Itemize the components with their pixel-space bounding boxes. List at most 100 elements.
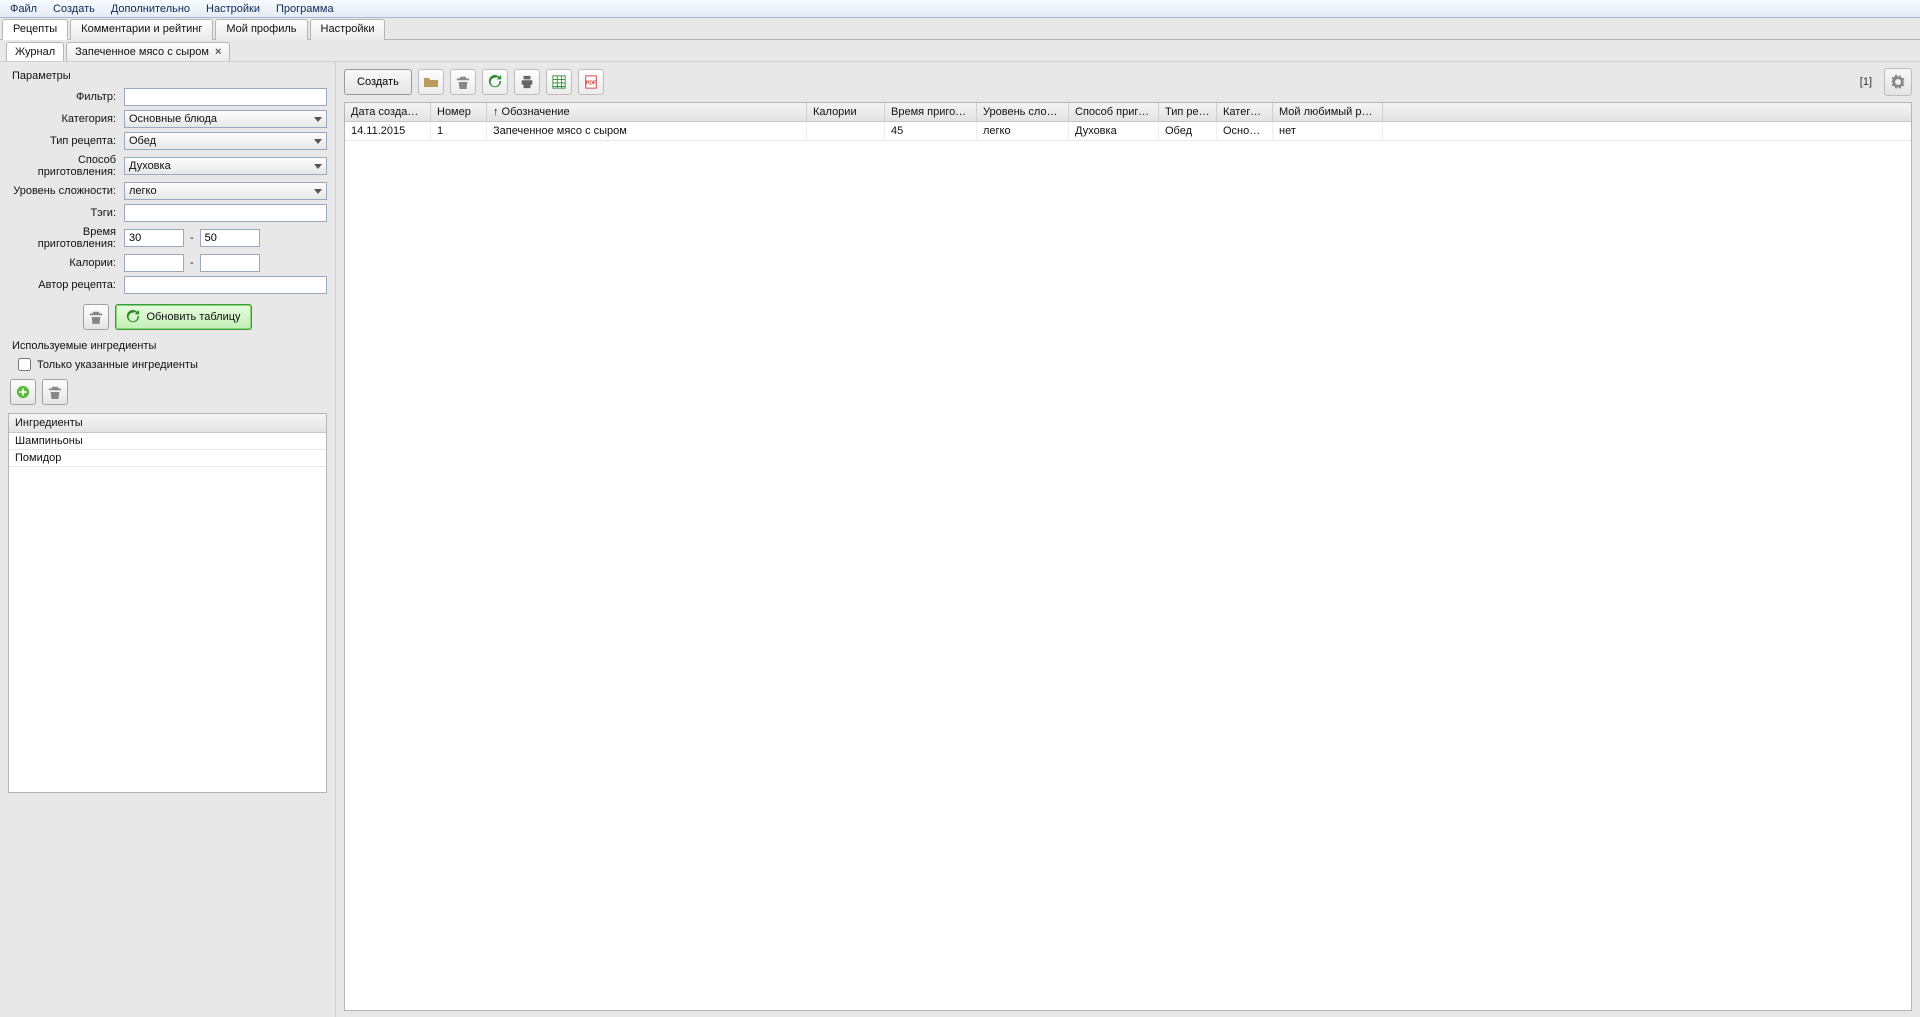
category-select[interactable]: Основные блюда (124, 110, 327, 128)
cell-favorite: нет (1273, 122, 1383, 140)
grid-header: Дата создания Номер ↑ Обозначение Калори… (345, 103, 1911, 122)
only-ingredients-row: Только указанные ингредиенты (18, 358, 327, 371)
settings-button[interactable] (1884, 68, 1912, 96)
table-row[interactable]: 14.11.2015 1 Запеченное мясо с сыром 45 … (345, 122, 1911, 141)
refresh-table-label: Обновить таблицу (146, 311, 240, 323)
print-button[interactable] (514, 69, 540, 95)
printer-icon (520, 75, 534, 89)
menu-create[interactable]: Создать (47, 2, 101, 16)
results-grid: Дата создания Номер ↑ Обозначение Калори… (344, 102, 1912, 1011)
tab-recipes[interactable]: Рецепты (2, 19, 68, 40)
method-select[interactable]: Духовка (124, 157, 327, 175)
difficulty-label: Уровень сложности: (8, 185, 120, 197)
cell-calories (807, 122, 885, 140)
col-time[interactable]: Время приготовле... (885, 103, 977, 121)
cell-type: Обед (1159, 122, 1217, 140)
time-range: - (124, 229, 327, 247)
difficulty-select[interactable]: легко (124, 182, 327, 200)
refresh-table-button[interactable]: Обновить таблицу (115, 304, 251, 330)
col-number[interactable]: Номер (431, 103, 487, 121)
svg-text:PDF: PDF (586, 81, 597, 87)
trash-icon (89, 310, 103, 324)
export-excel-button[interactable] (546, 69, 572, 95)
dash-label: - (188, 232, 196, 244)
col-difficulty[interactable]: Уровень сложности (977, 103, 1069, 121)
row-count-label: [1] (1860, 76, 1872, 88)
gear-icon (1890, 74, 1906, 90)
pdf-icon: PDF (584, 75, 598, 89)
calories-to-input[interactable] (200, 254, 260, 272)
calories-from-input[interactable] (124, 254, 184, 272)
filter-panel: Параметры Фильтр: Категория: Основные бл… (0, 62, 336, 1017)
delete-button[interactable] (450, 69, 476, 95)
cell-number: 1 (431, 122, 487, 140)
close-icon[interactable]: × (215, 46, 221, 58)
category-label: Категория: (8, 113, 120, 125)
ingredients-header[interactable]: Ингредиенты (9, 414, 326, 433)
col-calories[interactable]: Калории (807, 103, 885, 121)
tab-comments[interactable]: Комментарии и рейтинг (70, 19, 213, 40)
menu-extra[interactable]: Дополнительно (105, 2, 196, 16)
menubar: Файл Создать Дополнительно Настройки Про… (0, 0, 1920, 18)
type-value: Обед (129, 135, 156, 147)
tags-input[interactable] (124, 204, 327, 222)
type-select[interactable]: Обед (124, 132, 327, 150)
time-to-input[interactable] (200, 229, 260, 247)
tab-settings[interactable]: Настройки (310, 19, 386, 40)
content: Параметры Фильтр: Категория: Основные бл… (0, 62, 1920, 1017)
create-button[interactable]: Создать (344, 69, 412, 95)
method-label: Способ приготовления: (8, 154, 120, 178)
time-label: Время приготовления: (8, 226, 120, 250)
calories-label: Калории: (8, 257, 120, 269)
results-panel: Создать PDF [1] Дата создания Номер ↑ Об… (336, 62, 1920, 1017)
col-type[interactable]: Тип рецепта (1159, 103, 1217, 121)
type-label: Тип рецепта: (8, 135, 120, 147)
ingredients-table: Ингредиенты Шампиньоны Помидор (8, 413, 327, 793)
method-value: Духовка (129, 160, 171, 172)
tags-label: Тэги: (8, 207, 120, 219)
tab-profile[interactable]: Мой профиль (215, 19, 307, 40)
subtab-journal[interactable]: Журнал (6, 42, 64, 61)
author-input[interactable] (124, 276, 327, 294)
primary-tabbar: Рецепты Комментарии и рейтинг Мой профил… (0, 18, 1920, 40)
subtab-recipe-open[interactable]: Запеченное мясо с сыром × (66, 42, 230, 61)
export-pdf-button[interactable]: PDF (578, 69, 604, 95)
col-favorite[interactable]: Мой любимый рецепт (1273, 103, 1383, 121)
only-ingredients-checkbox[interactable] (18, 358, 31, 371)
remove-ingredient-button[interactable] (42, 379, 68, 405)
refresh-icon (488, 75, 502, 89)
refresh-icon (126, 310, 140, 324)
add-ingredient-button[interactable] (10, 379, 36, 405)
difficulty-value: легко (129, 185, 157, 197)
col-name[interactable]: ↑ Обозначение (487, 103, 807, 121)
trash-icon (456, 75, 470, 89)
refresh-button[interactable] (482, 69, 508, 95)
col-date[interactable]: Дата создания (345, 103, 431, 121)
chevron-down-icon (314, 117, 322, 122)
filter-label: Фильтр: (8, 91, 120, 103)
ingredients-title: Используемые ингредиенты (12, 340, 327, 352)
spreadsheet-icon (552, 75, 566, 89)
only-ingredients-label: Только указанные ингредиенты (37, 359, 198, 371)
subtab-journal-label: Журнал (15, 46, 55, 58)
filter-input[interactable] (124, 88, 327, 106)
chevron-down-icon (314, 164, 322, 169)
folder-icon (423, 74, 439, 90)
cell-method: Духовка (1069, 122, 1159, 140)
category-value: Основные блюда (129, 113, 217, 125)
dash-label: - (188, 257, 196, 269)
clear-filters-button[interactable] (83, 304, 109, 330)
menu-program[interactable]: Программа (270, 2, 340, 16)
chevron-down-icon (314, 139, 322, 144)
time-from-input[interactable] (124, 229, 184, 247)
calories-range: - (124, 254, 327, 272)
params-title: Параметры (8, 70, 327, 82)
menu-settings[interactable]: Настройки (200, 2, 266, 16)
col-method[interactable]: Способ приготовл... (1069, 103, 1159, 121)
ingredient-row[interactable]: Шампиньоны (9, 433, 326, 450)
col-category[interactable]: Категория (1217, 103, 1273, 121)
menu-file[interactable]: Файл (4, 2, 43, 16)
open-button[interactable] (418, 69, 444, 95)
ingredient-row[interactable]: Помидор (9, 450, 326, 467)
cell-date: 14.11.2015 (345, 122, 431, 140)
